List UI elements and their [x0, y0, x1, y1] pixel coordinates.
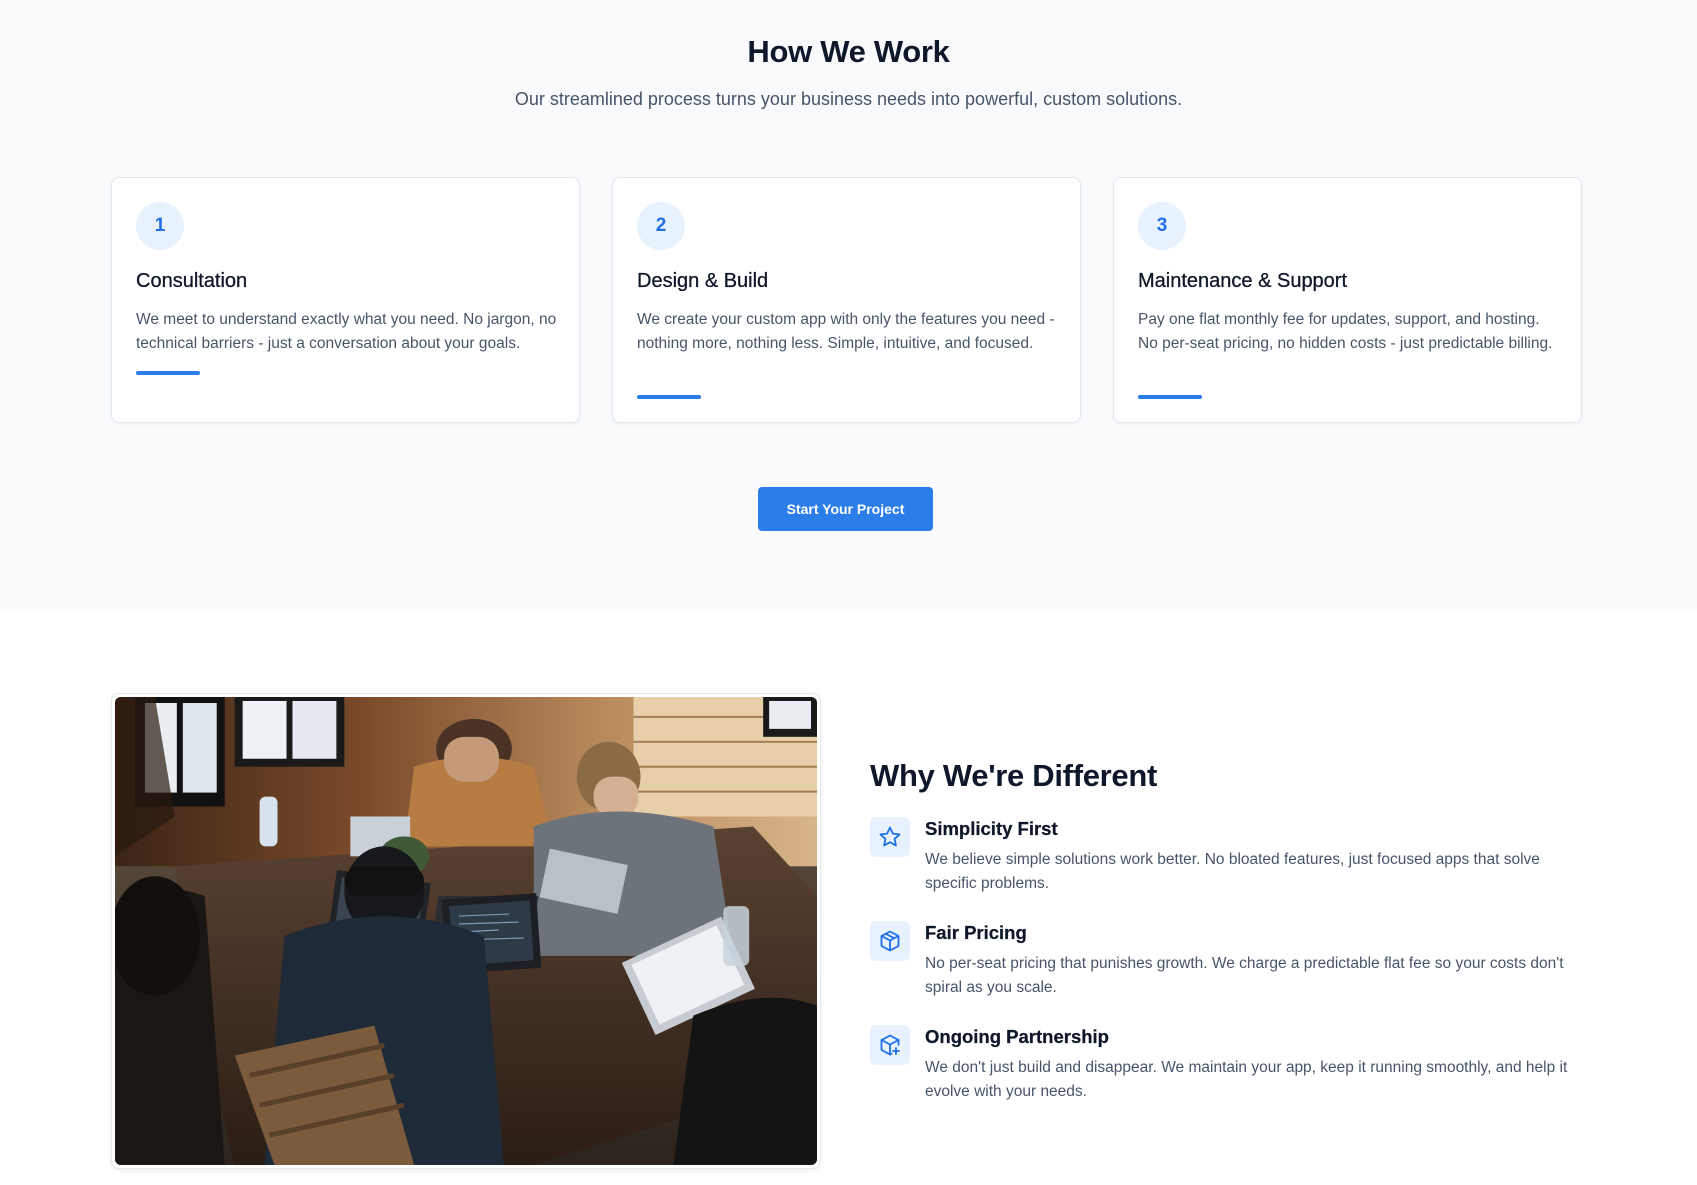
- step-number-badge: 2: [637, 202, 685, 250]
- feature-title: Ongoing Partnership: [925, 1026, 1109, 1047]
- step-description: We meet to understand exactly what you n…: [136, 311, 557, 352]
- feature-title: Simplicity First: [925, 818, 1058, 839]
- feature-title: Fair Pricing: [925, 922, 1027, 943]
- box-icon: [870, 921, 910, 961]
- star-icon: [870, 817, 910, 857]
- step-card-maintenance-support: 3 Maintenance & Support Pay one flat mon…: [1113, 177, 1582, 423]
- why-different-section: Why We're Different Simplicity First We …: [0, 611, 1697, 1185]
- team-photo-frame: [111, 693, 821, 1169]
- how-we-work-subtitle: Our streamlined process turns your busin…: [514, 89, 1183, 109]
- box-plus-icon: [870, 1025, 910, 1065]
- start-your-project-button[interactable]: Start Your Project: [758, 487, 933, 531]
- team-working-photo: [115, 697, 817, 1165]
- step-card-consultation: 1 Consultation We meet to understand exa…: [111, 177, 580, 423]
- step-number-badge: 1: [136, 202, 184, 250]
- step-number-badge: 3: [1138, 202, 1186, 250]
- why-different-title: Why We're Different: [870, 758, 1158, 793]
- step-card-design-build: 2 Design & Build We create your custom a…: [612, 177, 1081, 423]
- feature-description: We don't just build and disappear. We ma…: [925, 1059, 1568, 1100]
- step-title: Consultation: [136, 270, 248, 292]
- step-accent-bar: [1138, 395, 1202, 399]
- how-we-work-title: How We Work: [747, 34, 950, 69]
- step-title: Design & Build: [637, 270, 769, 292]
- how-we-work-section: How We Work Our streamlined process turn…: [0, 0, 1697, 611]
- step-description: Pay one flat monthly fee for updates, su…: [1138, 311, 1553, 352]
- step-accent-bar: [637, 395, 701, 399]
- feature-description: We believe simple solutions work better.…: [925, 851, 1540, 892]
- step-description: We create your custom app with only the …: [637, 311, 1055, 352]
- feature-description: No per-seat pricing that punishes growth…: [925, 955, 1564, 996]
- step-accent-bar: [136, 371, 200, 375]
- step-title: Maintenance & Support: [1138, 270, 1348, 292]
